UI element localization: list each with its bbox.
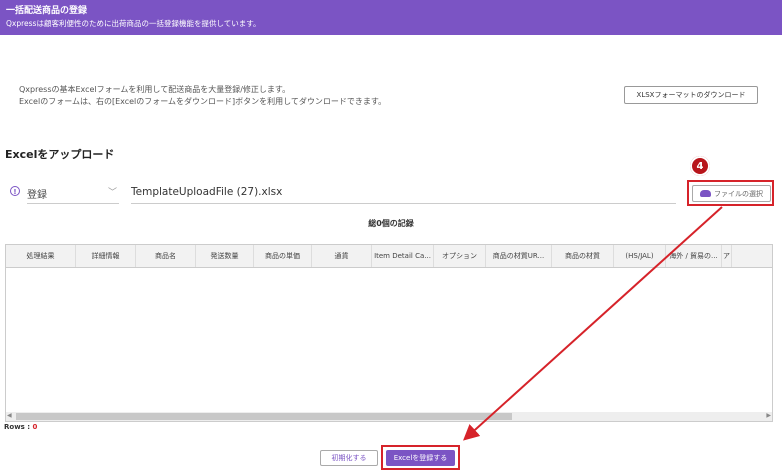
page-subtitle: Qxpressは顧客利便性のために出荷商品の一括登録機能を提供しています。	[6, 19, 261, 28]
mode-select-value: 登録	[27, 190, 47, 201]
scroll-right-icon[interactable]: ▶	[766, 412, 771, 419]
grid-column-header[interactable]: 処理結果	[6, 245, 76, 267]
records-count: 総0個の記録	[368, 219, 414, 228]
scroll-thumb[interactable]	[16, 413, 512, 420]
intro-line-1: Qxpressの基本Excelフォームを利用して配送商品を大量登録/修正します。	[19, 85, 291, 94]
file-name-field[interactable]: TemplateUploadFile (27).xlsx	[131, 183, 676, 204]
page-header: 一括配送商品の登録 Qxpressは顧客利便性のために出荷商品の一括登録機能を提…	[0, 0, 782, 35]
grid-column-header[interactable]: 商品の材質UR...	[486, 245, 552, 267]
rows-status: Rows : 0	[4, 423, 37, 431]
mode-select[interactable]: 登録 ﹀	[27, 183, 119, 204]
grid-column-header[interactable]: 海外 / 貿易の...	[666, 245, 722, 267]
grid-column-header[interactable]: 詳細情報	[76, 245, 136, 267]
reset-button[interactable]: 初期化する	[320, 450, 378, 466]
page-title: 一括配送商品の登録	[6, 6, 88, 16]
intro-line-2: Excelのフォームは、右の[Excelのフォームをダウンロード]ボタンを利用し…	[19, 97, 387, 106]
grid-column-header[interactable]: ア	[722, 245, 732, 267]
grid-column-header[interactable]: オプション	[434, 245, 486, 267]
grid-column-header[interactable]: 発送数量	[196, 245, 254, 267]
cloud-upload-icon	[700, 190, 711, 197]
rows-count: 0	[32, 423, 38, 431]
rows-label: Rows :	[4, 423, 33, 431]
upload-grid: 処理結果 詳細情報 商品名 発送数量 商品の単価 通貨 Item Detail Ca... オ…	[5, 244, 773, 422]
grid-header: 処理結果 詳細情報 商品名 発送数量 商品の単価 通貨 Item Detail Ca... オ…	[6, 245, 772, 268]
grid-column-header[interactable]: 商品の材質	[552, 245, 614, 267]
chevron-down-icon: ﹀	[107, 188, 117, 198]
download-format-button[interactable]: XLSXフォーマットのダウンロード	[624, 86, 758, 104]
grid-column-header[interactable]: Item Detail Ca...	[372, 245, 434, 267]
mode-info: !	[10, 186, 20, 196]
choose-file-button[interactable]: ファイルの選択	[692, 185, 771, 202]
step-badge: 4	[690, 156, 710, 176]
info-icon: !	[10, 186, 20, 196]
file-name-value: TemplateUploadFile (27).xlsx	[131, 186, 283, 198]
grid-column-header[interactable]: 商品名	[136, 245, 196, 267]
horizontal-scrollbar[interactable]: ◀ ▶	[6, 412, 772, 421]
choose-file-label: ファイルの選択	[714, 189, 763, 198]
upload-section-title: Excelをアップロード	[5, 148, 115, 161]
intro-text: Qxpressの基本Excelフォームを利用して配送商品を大量登録/修正します。…	[19, 84, 386, 108]
register-excel-button[interactable]: Excelを登録する	[386, 450, 455, 466]
grid-column-header[interactable]: (HS/JAL)	[614, 245, 666, 267]
scroll-left-icon[interactable]: ◀	[7, 412, 12, 419]
grid-column-header[interactable]: 商品の単価	[254, 245, 312, 267]
grid-column-header[interactable]: 通貨	[312, 245, 372, 267]
